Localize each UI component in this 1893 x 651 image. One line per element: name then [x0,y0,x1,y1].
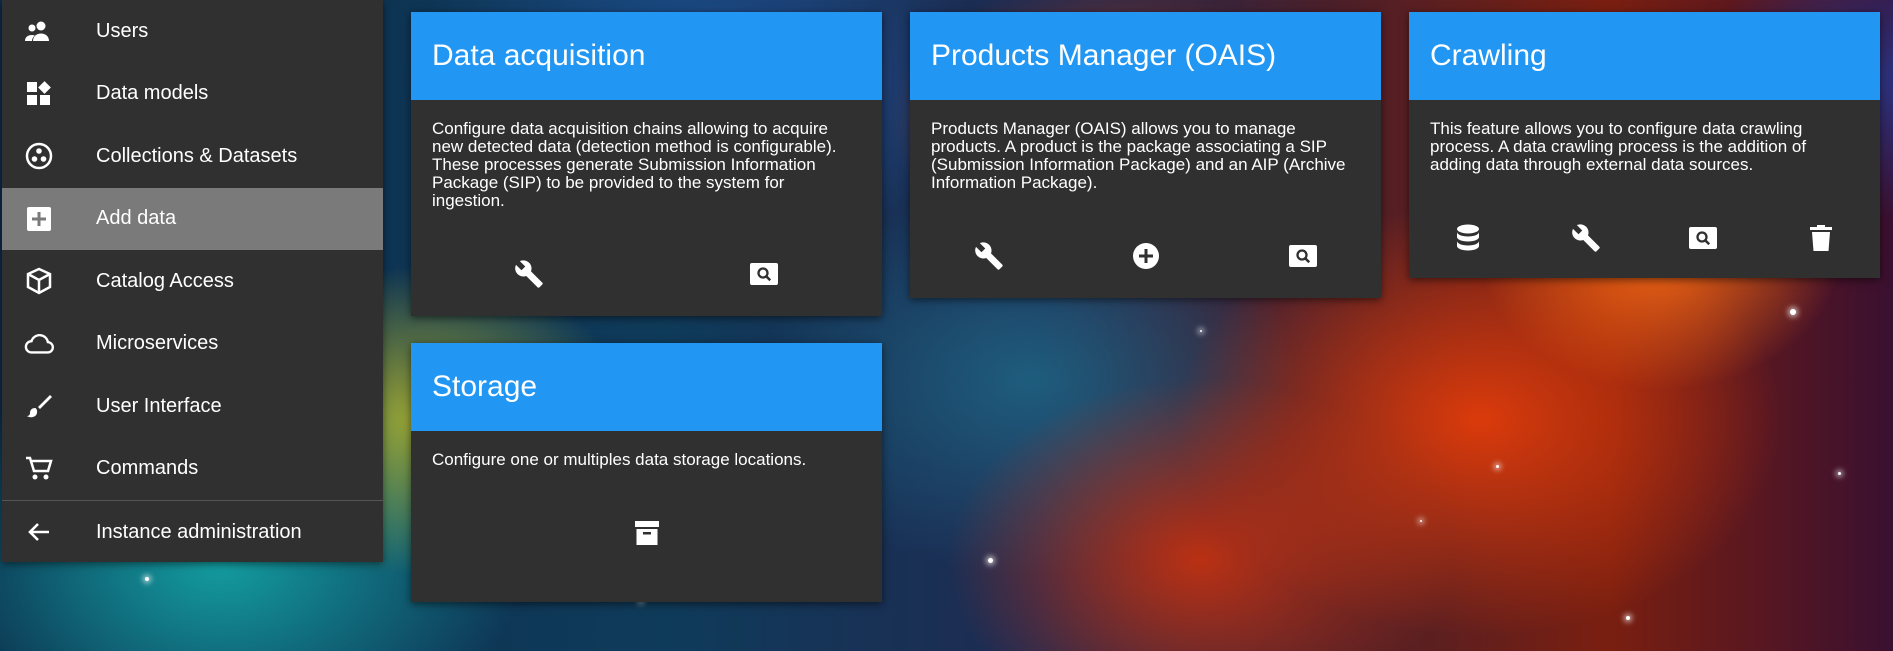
sidebar-item-label: Users [96,19,149,42]
sidebar-item-label: Instance administration [96,520,302,543]
configure-storage-button[interactable] [411,513,882,553]
search-icon [1288,245,1317,267]
search-acquisition-button[interactable] [647,254,883,294]
sidebar-item-catalog-access[interactable]: Catalog Access [2,250,383,313]
sidebar-item-label: Add data [96,207,177,230]
add-circle-icon [1132,242,1160,270]
collections-icon [24,141,54,171]
wrench-icon [1571,223,1601,253]
sidebar-item-label: Collections & Datasets [96,144,298,167]
datasources-crawling-button[interactable] [1409,218,1527,258]
search-crawling-button[interactable] [1645,218,1763,258]
card-title: Crawling [1409,12,1880,100]
search-icon [750,263,779,285]
sidebar-item-label: Commands [96,457,199,480]
delete-icon [1810,225,1833,251]
configure-oais-button[interactable] [910,236,1067,276]
card-products-manager: Products Manager (OAIS) Products Manager… [910,12,1381,298]
add-box-icon [24,204,54,234]
card-description: Configure one or multiples data storage … [432,450,807,469]
cart-icon [24,454,54,484]
sidebar-item-label: Microservices [96,332,219,355]
card-title: Storage [411,343,882,431]
wrench-icon [514,259,544,289]
add-oais-button[interactable] [1067,236,1224,276]
card-data-acquisition: Data acquisition Configure data acquisit… [411,12,882,316]
search-oais-button[interactable] [1224,236,1381,276]
card-title: Products Manager (OAIS) [910,12,1381,100]
data-models-icon [24,79,54,109]
sidebar-item-microservices[interactable]: Microservices [2,313,383,376]
sidebar-menu: Users Data models Collections & Datasets… [2,0,383,562]
sidebar-item-user-interface[interactable]: User Interface [2,375,383,438]
database-icon [1456,224,1480,252]
brush-icon [24,391,54,421]
card-crawling: Crawling This feature allows you to conf… [1409,12,1880,278]
search-icon [1689,227,1718,249]
card-storage: Storage Configure one or multiples data … [411,343,882,602]
sidebar-item-label: User Interface [96,394,222,417]
sidebar-item-label: Catalog Access [96,269,234,292]
sidebar-item-label: Data models [96,82,209,105]
configure-acquisition-button[interactable] [411,254,647,294]
sidebar-item-instance-administration[interactable]: Instance administration [2,501,383,564]
delete-crawling-button[interactable] [1762,218,1880,258]
sidebar-item-users[interactable]: Users [2,0,383,63]
card-title: Data acquisition [411,12,882,100]
card-description: Configure data acquisition chains allowi… [432,119,837,210]
sidebar-item-data-models[interactable]: Data models [2,63,383,126]
users-icon [24,16,54,46]
catalog-icon [24,266,54,296]
configure-crawling-button[interactable] [1527,218,1645,258]
cloud-icon [24,329,54,359]
card-description: Products Manager (OAIS) allows you to ma… [931,119,1346,192]
card-description: This feature allows you to configure dat… [1430,119,1807,174]
wrench-icon [974,241,1004,271]
sidebar-item-add-data[interactable]: Add data [2,187,383,250]
archive-icon [634,520,660,546]
sidebar-item-commands[interactable]: Commands [2,438,383,501]
sidebar-item-collections[interactable]: Collections & Datasets [2,125,383,188]
arrow-back-icon [24,517,54,547]
